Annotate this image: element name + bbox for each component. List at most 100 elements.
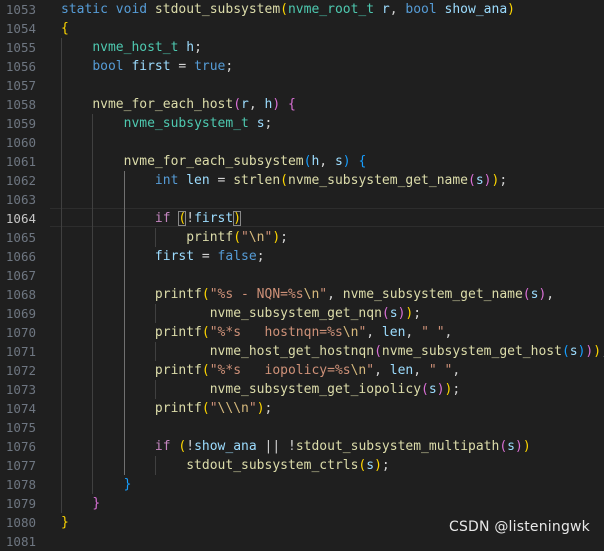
code-token: stdout_subsystem: [154, 2, 281, 17]
code-line[interactable]: 1067: [0, 266, 604, 285]
code-text[interactable]: nvme_subsystem_get_nqn(s));: [61, 304, 421, 323]
code-token: strlen: [233, 173, 281, 188]
code-token: ,: [327, 287, 343, 302]
code-token: s: [256, 116, 265, 131]
code-token: nvme_subsystem_get_name: [342, 287, 523, 302]
code-text[interactable]: }: [61, 513, 69, 532]
line-number: 1078: [5, 477, 36, 492]
code-line[interactable]: 1073 nvme_subsystem_get_iopolicy(s));: [0, 380, 604, 399]
code-text[interactable]: static void stdout_subsystem(nvme_root_t…: [61, 0, 515, 19]
code-token: (: [201, 363, 210, 378]
code-text[interactable]: printf("%*s iopolicy=%s\n", len, " ",: [61, 361, 460, 380]
code-line[interactable]: 1053 static void stdout_subsystem(nvme_ro…: [0, 0, 604, 19]
code-text[interactable]: if (!show_ana || !stdout_subsystem_multi…: [61, 437, 531, 456]
code-token: if: [154, 211, 171, 226]
code-token: r: [241, 97, 249, 112]
line-number: 1056: [5, 59, 36, 74]
code-text[interactable]: }: [61, 494, 100, 513]
line-number: 1060: [5, 135, 36, 150]
code-token: !: [186, 439, 195, 454]
code-token: ;: [264, 116, 273, 131]
code-token: nvme_subsystem_get_name: [288, 173, 469, 188]
code-line[interactable]: 1061 nvme_for_each_subsystem(h, s) {: [0, 152, 604, 171]
code-token: bool: [92, 59, 124, 74]
code-token: ;: [280, 230, 288, 245]
code-line[interactable]: 1063: [0, 190, 604, 209]
line-number: 1080: [5, 515, 36, 530]
code-token: nvme_subsystem_get_host: [381, 344, 562, 359]
code-line[interactable]: 1058 nvme_for_each_host(r, h) {: [0, 95, 604, 114]
line-number: 1069: [5, 306, 36, 321]
code-line[interactable]: 1076 if (!show_ana || !stdout_subsystem_…: [0, 437, 604, 456]
code-token: ;: [452, 382, 461, 397]
code-text[interactable]: printf("%*s hostnqn=%s\n", len, " ",: [61, 323, 452, 342]
code-text[interactable]: stdout_subsystem_ctrls(s);: [61, 456, 390, 475]
line-number: 1074: [5, 401, 36, 416]
code-token: (: [280, 2, 288, 17]
code-line[interactable]: 1054 {: [0, 19, 604, 38]
code-text[interactable]: nvme_host_t h;: [61, 38, 202, 57]
code-token: s: [389, 306, 398, 321]
code-text[interactable]: first = false;: [61, 247, 265, 266]
code-line[interactable]: 1072 printf("%*s iopolicy=%s\n", len, " …: [0, 361, 604, 380]
code-text[interactable]: nvme_host_get_hostnqn(nvme_subsystem_get…: [61, 342, 604, 361]
code-line[interactable]: 1071 nvme_host_get_hostnqn(nvme_subsyste…: [0, 342, 604, 361]
code-line[interactable]: 1056 bool first = true;: [0, 57, 604, 76]
code-text[interactable]: nvme_for_each_subsystem(h, s) {: [61, 152, 367, 171]
code-token: ,: [444, 325, 453, 340]
code-token: \n: [342, 325, 359, 340]
line-number: 1068: [5, 287, 36, 302]
code-line[interactable]: 1079 }: [0, 494, 604, 513]
code-text[interactable]: nvme_subsystem_get_iopolicy(s));: [61, 380, 460, 399]
code-text[interactable]: printf("\\\n");: [61, 399, 272, 418]
code-text[interactable]: int len = strlen(nvme_subsystem_get_name…: [61, 171, 507, 190]
code-text[interactable]: if (!first): [61, 209, 242, 228]
code-line[interactable]: 1074 printf("\\\n");: [0, 399, 604, 418]
code-line[interactable]: 1068 printf("%s - NQN=%s\n", nvme_subsys…: [0, 285, 604, 304]
code-text[interactable]: printf("\n");: [61, 228, 288, 247]
code-text[interactable]: nvme_for_each_host(r, h) {: [61, 95, 296, 114]
code-token: ;: [413, 306, 422, 321]
code-line[interactable]: 1077 stdout_subsystem_ctrls(s);: [0, 456, 604, 475]
line-number: 1057: [5, 78, 36, 93]
code-token: nvme_subsystem_get_nqn: [209, 306, 382, 321]
code-line[interactable]: 1059 nvme_subsystem_t s;: [0, 114, 604, 133]
code-token: false: [217, 249, 257, 264]
code-editor[interactable]: 1053 static void stdout_subsystem(nvme_ro…: [0, 0, 604, 549]
code-token: first: [154, 249, 195, 264]
code-token: ,: [546, 287, 555, 302]
line-number: 1059: [5, 116, 36, 131]
code-line[interactable]: 1064 if (!first): [0, 209, 604, 228]
code-text[interactable]: nvme_subsystem_t s;: [61, 114, 273, 133]
code-line[interactable]: 1062 int len = strlen(nvme_subsystem_get…: [0, 171, 604, 190]
code-line[interactable]: 1055 nvme_host_t h;: [0, 38, 604, 57]
code-line[interactable]: 1070 printf("%*s hostnqn=%s\n", len, " "…: [0, 323, 604, 342]
code-token: h: [186, 40, 195, 55]
code-line[interactable]: 1069 nvme_subsystem_get_nqn(s));: [0, 304, 604, 323]
code-token: \n: [233, 401, 249, 416]
code-token: ;: [194, 40, 202, 55]
code-line[interactable]: 1078 }: [0, 475, 604, 494]
code-text[interactable]: bool first = true;: [61, 57, 233, 76]
code-token: (: [201, 401, 210, 416]
code-token: ): [374, 458, 382, 473]
code-line[interactable]: 1065 printf("\n");: [0, 228, 604, 247]
code-line[interactable]: 1057: [0, 76, 604, 95]
code-line[interactable]: 1060: [0, 133, 604, 152]
code-line[interactable]: 1066 first = false;: [0, 247, 604, 266]
code-token: show_ana: [194, 439, 257, 454]
code-text[interactable]: printf("%s - NQN=%s\n", nvme_subsystem_g…: [61, 285, 554, 304]
code-line[interactable]: 1075: [0, 418, 604, 437]
code-text[interactable]: {: [61, 19, 69, 38]
code-token: (: [233, 97, 242, 112]
code-text[interactable]: }: [61, 475, 132, 494]
